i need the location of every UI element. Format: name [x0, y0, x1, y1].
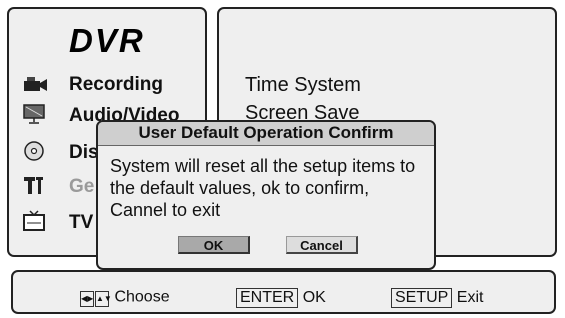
camcorder-icon [24, 77, 47, 91]
menu-label-display: Dis [69, 142, 99, 163]
hint-setup: SETUP Exit [391, 288, 483, 308]
ok-button[interactable]: OK [178, 236, 250, 254]
cancel-button[interactable]: Cancel [286, 236, 358, 254]
menu-label-recording: Recording [69, 74, 163, 95]
enter-key: ENTER [236, 288, 299, 308]
option-time-system[interactable]: Time System [245, 74, 361, 97]
setup-action: Exit [456, 289, 484, 306]
dvr-title: DVR [69, 22, 145, 59]
menu-label-general: Ge [69, 176, 95, 197]
menu-label-tv: TV [69, 212, 94, 233]
arrow-keys-icon: ◀▶ ▲▼ [80, 288, 112, 307]
setup-key: SETUP [391, 288, 453, 308]
tools-icon [24, 177, 43, 194]
dialog-message: System will reset all the setup items to… [110, 156, 416, 220]
hint-enter: ENTER OK [236, 288, 326, 308]
monitor-icon [23, 104, 45, 124]
enter-action: OK [302, 289, 326, 306]
dialog-title: User Default Operation Confirm [98, 122, 434, 146]
confirm-dialog: User Default Operation Confirm System wi… [96, 120, 436, 270]
hint-choose: ◀▶ ▲▼ Choose [80, 288, 170, 307]
tv-icon [23, 210, 45, 231]
menu-item-recording[interactable]: Recording [22, 72, 202, 102]
choose-label: Choose [114, 288, 170, 306]
disc-icon [24, 141, 44, 161]
